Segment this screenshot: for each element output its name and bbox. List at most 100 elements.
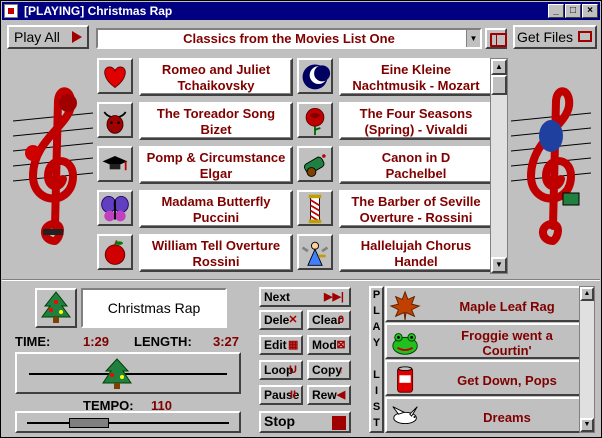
chevron-down-icon[interactable]: ▼ <box>466 30 480 47</box>
song-icon-button[interactable] <box>297 234 333 270</box>
butterfly-icon <box>101 195 129 222</box>
play-all-button[interactable]: Play All <box>7 25 89 49</box>
copy-button[interactable]: Copy ↑ <box>307 360 351 380</box>
tempo-slider[interactable] <box>15 411 241 433</box>
play-list-letter: Y <box>372 337 381 349</box>
play-list-item-line1: Get Down, Pops <box>457 372 557 388</box>
song-button[interactable]: Canon in D Pachelbel <box>339 146 493 184</box>
clear-button[interactable]: Clear 0 <box>307 310 351 330</box>
stop-label: Stop <box>264 413 296 429</box>
song-icon-button[interactable] <box>97 102 133 138</box>
playlist-select[interactable]: Classics from the Movies List One ▼ <box>96 28 482 49</box>
christmas-tree-slider-icon[interactable] <box>100 357 134 391</box>
next-button[interactable]: Next ▶▶| <box>259 287 351 307</box>
play-list-item-title: Maple Leaf Rag <box>425 288 589 324</box>
song-title-line2: (Spring) - Vivaldi <box>364 122 468 137</box>
play-list-item-text: Dreams <box>483 410 531 425</box>
play-list-item-text: Froggie went a Courtin' <box>461 328 553 358</box>
fast-forward-icon: ▶▶| <box>324 291 344 303</box>
song-icon-button[interactable] <box>297 146 333 182</box>
play-list-item[interactable]: Get Down, Pops <box>385 360 593 396</box>
play-list-item-line1: Dreams <box>483 409 531 425</box>
loop-button[interactable]: Loop U <box>259 360 303 380</box>
play-list-item-line2: Courtin' <box>482 343 532 358</box>
play-list-item-title: Froggie went a Courtin' <box>425 325 589 361</box>
folder-icon <box>578 31 592 42</box>
song-icon-button[interactable] <box>97 146 133 182</box>
play-list-item-text: Get Down, Pops <box>457 373 557 388</box>
song-button[interactable]: Romeo and Juliet Tchaikovsky <box>139 58 293 96</box>
song-icon-button[interactable] <box>97 234 133 270</box>
treble-clef-penguin-icon <box>511 87 591 245</box>
song-icon-button[interactable] <box>97 190 133 226</box>
scroll-thumb[interactable] <box>491 75 507 95</box>
song-button[interactable]: Madama Butterfly Puccini <box>139 190 293 228</box>
title-bar[interactable]: [PLAYING] Christmas Rap _ □ × <box>2 2 600 20</box>
minimize-button[interactable]: _ <box>548 4 564 18</box>
song-icon-button[interactable] <box>297 102 333 138</box>
song-title-line1: Romeo and Juliet <box>161 62 271 77</box>
song-title-line1: Madama Butterfly <box>161 194 271 209</box>
song-icon-button[interactable] <box>297 190 333 226</box>
song-grid-scrollbar[interactable]: ▲ ▼ <box>490 58 508 274</box>
dove-icon <box>392 406 418 425</box>
edit-button[interactable]: Edit ▦ <box>259 335 303 355</box>
play-list-letter: A <box>372 321 381 333</box>
song-title-line2: Overture - Rossini <box>359 210 473 225</box>
christmas-tree-icon <box>41 291 71 323</box>
tempo-track-line <box>27 422 229 424</box>
play-list-item[interactable]: Froggie went a Courtin' <box>385 323 593 359</box>
x-icon: ✕ <box>288 314 298 326</box>
play-list-item-text: Maple Leaf Rag <box>459 299 554 314</box>
play-list-letter: I <box>374 385 379 397</box>
close-button[interactable]: × <box>582 4 598 18</box>
tempo-slider-knob[interactable] <box>69 418 109 428</box>
angel-icon <box>301 241 329 266</box>
moon-icon <box>302 64 331 90</box>
now-playing-icon-button[interactable] <box>35 288 77 328</box>
play-all-label: Play All <box>14 29 60 45</box>
mod-button[interactable]: Mod ⊠ <box>307 335 351 355</box>
get-files-button[interactable]: Get Files <box>513 25 597 49</box>
play-list-letter: P <box>372 289 381 301</box>
song-icon-button[interactable] <box>297 58 333 94</box>
play-list-item-line1: Froggie went a <box>461 328 553 343</box>
delete-button[interactable]: Dele ✕ <box>259 310 303 330</box>
app-icon[interactable] <box>4 4 18 18</box>
song-button[interactable]: The Four Seasons (Spring) - Vivaldi <box>339 102 493 140</box>
song-button[interactable]: The Toreador Song Bizet <box>139 102 293 140</box>
zero-icon: 0 <box>337 314 345 326</box>
rewind-button[interactable]: Rew ◀ <box>307 385 351 405</box>
rewind-label: Rew <box>312 388 337 402</box>
scroll-down-icon[interactable]: ▼ <box>491 257 507 273</box>
song-button[interactable]: William Tell Overture Rossini <box>139 234 293 272</box>
scroll-up-icon[interactable]: ▲ <box>491 59 507 75</box>
song-button[interactable]: Hallelujah Chorus Handel <box>339 234 493 272</box>
song-button[interactable]: Eine Kleine Nachtmusik - Mozart <box>339 58 493 96</box>
play-list-item-line1: Maple Leaf Rag <box>459 298 555 314</box>
book-button[interactable] <box>485 28 507 49</box>
progress-slider[interactable] <box>15 352 241 394</box>
scroll-down-icon[interactable]: ▼ <box>580 418 594 432</box>
maximize-button[interactable]: □ <box>565 4 581 18</box>
song-icon-button[interactable] <box>97 58 133 94</box>
scroll-up-icon[interactable]: ▲ <box>580 287 594 301</box>
play-list-scrollbar[interactable]: ▲ ▼ <box>579 286 595 433</box>
heart-icon <box>104 66 126 89</box>
stop-button[interactable]: Stop <box>259 411 351 433</box>
play-list-item-title: Dreams <box>425 399 589 435</box>
maple-leaf-icon <box>389 290 421 321</box>
playlist-select-value: Classics from the Movies List One <box>183 31 395 46</box>
pause-button[interactable]: Pause II <box>259 385 303 405</box>
song-button[interactable]: The Barber of Seville Overture - Rossini <box>339 190 493 228</box>
play-list-item[interactable]: Maple Leaf Rag <box>385 286 593 322</box>
play-list-item[interactable]: Dreams <box>385 397 593 433</box>
song-title-line1: The Four Seasons <box>359 106 473 121</box>
song-button[interactable]: Pomp & Circumstance Elgar <box>139 146 293 184</box>
arrow-up-icon: ↑ <box>338 364 344 376</box>
play-list-letter <box>371 352 382 368</box>
play-list-item-icon <box>389 364 423 396</box>
panel-divider <box>2 279 600 281</box>
song-title-line1: Eine Kleine <box>380 62 452 77</box>
play-list-item-icon <box>389 327 423 359</box>
